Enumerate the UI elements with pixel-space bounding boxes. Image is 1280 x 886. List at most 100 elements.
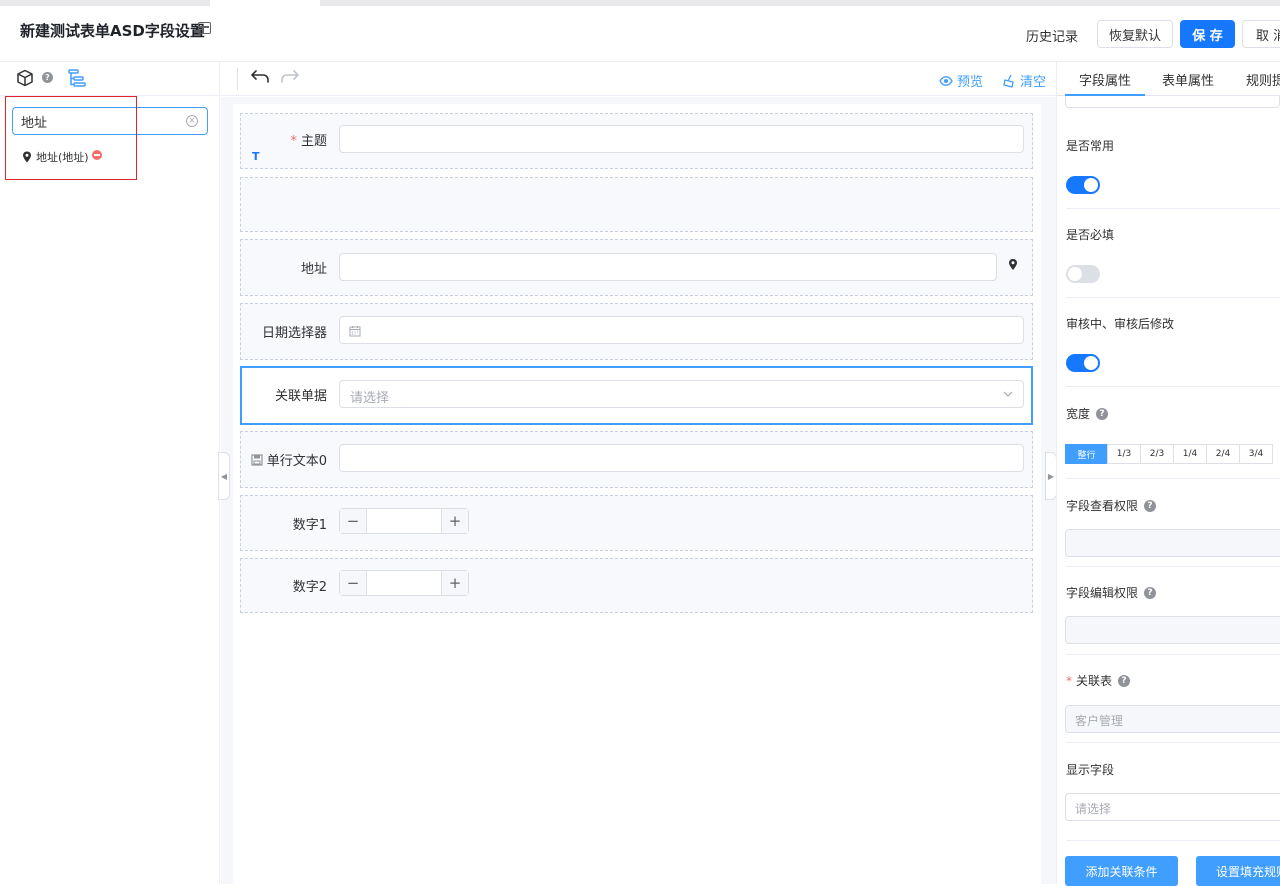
chevron-down-icon	[1003, 391, 1013, 397]
relation-select-placeholder: 请选择	[350, 391, 390, 406]
highlight-box	[5, 96, 137, 180]
modify-label: 审核中、审核后修改	[1066, 317, 1175, 331]
scrolled-input-edge	[1065, 96, 1280, 108]
display-field-placeholder: 请选择	[1075, 802, 1112, 816]
help-icon[interactable]: ?	[1096, 407, 1109, 420]
width-option-1-4[interactable]: 1/4	[1173, 444, 1207, 464]
help-icon[interactable]: ?	[1144, 499, 1157, 512]
field-row-date[interactable]: 日期选择器	[240, 303, 1033, 360]
width-option-2-3[interactable]: 2/3	[1140, 444, 1174, 464]
preview-button[interactable]: 预览	[939, 71, 983, 90]
cube-icon[interactable]	[16, 69, 34, 87]
edit-permission-label: 字段编辑权限?	[1066, 584, 1157, 601]
edit-permission-select[interactable]	[1065, 616, 1280, 644]
cancel-button[interactable]: 取 消	[1242, 20, 1280, 48]
view-permission-label: 字段查看权限?	[1066, 497, 1157, 514]
single-line-text-input[interactable]	[339, 444, 1024, 472]
tree-outline-icon[interactable]	[67, 68, 87, 88]
subject-input[interactable]	[339, 125, 1024, 153]
number1-value[interactable]	[367, 509, 441, 533]
eye-icon	[939, 75, 953, 86]
clear-canvas-button[interactable]: 清空	[1002, 71, 1046, 90]
field-row-address[interactable]: 地址	[240, 239, 1033, 296]
field-label-address: 地址	[300, 262, 327, 277]
width-radio-group: 整行 1/3 2/3 1/4 2/4 3/4	[1065, 444, 1273, 464]
required-label: 是否必填	[1066, 228, 1115, 242]
field-label-relation: 关联单据	[274, 389, 327, 404]
width-option-3-4[interactable]: 3/4	[1239, 444, 1273, 464]
search-result-item[interactable]: 地址(地址)	[22, 149, 89, 165]
field-row-text[interactable]: 单行文本0	[240, 431, 1033, 488]
remove-field-icon[interactable]	[92, 150, 102, 160]
address-input[interactable]	[339, 253, 997, 281]
common-label: 是否常用	[1066, 139, 1115, 153]
display-field-select[interactable]: 请选择	[1065, 793, 1280, 821]
decrease-button[interactable]: −	[340, 509, 367, 533]
width-label: 宽度?	[1066, 405, 1109, 422]
number1-stepper[interactable]: − +	[339, 508, 469, 534]
width-option-2-4[interactable]: 2/4	[1206, 444, 1240, 464]
number2-stepper[interactable]: − +	[339, 570, 469, 596]
calendar-icon	[349, 326, 361, 337]
add-relation-condition-button[interactable]: 添加关联条件	[1065, 856, 1178, 886]
divider	[1066, 478, 1280, 479]
broom-icon	[1003, 74, 1014, 88]
divider	[1066, 840, 1280, 841]
layout-icon[interactable]	[198, 22, 211, 34]
text-type-badge: T	[252, 150, 260, 163]
width-option-1-3[interactable]: 1/3	[1107, 444, 1141, 464]
clear-label: 清空	[1020, 75, 1047, 90]
date-picker-input[interactable]	[339, 316, 1024, 344]
location-pin-icon	[23, 151, 31, 163]
undo-icon[interactable]	[250, 69, 270, 85]
field-row-empty[interactable]	[240, 177, 1033, 232]
number2-value[interactable]	[367, 571, 441, 595]
field-label-text: 单行文本0	[251, 450, 327, 469]
field-row-relation[interactable]: 关联单据 请选择	[240, 366, 1033, 425]
required-switch[interactable]	[1066, 265, 1100, 283]
tab-form-properties[interactable]: 表单属性	[1162, 70, 1214, 89]
modify-switch[interactable]	[1066, 354, 1100, 372]
divider	[1066, 566, 1280, 567]
display-field-label: 显示字段	[1066, 763, 1115, 777]
property-tabs: 字段属性 表单属性 规则提	[1057, 62, 1280, 96]
collapse-left-handle[interactable]: ◀	[218, 452, 230, 500]
tab-rules[interactable]: 规则提	[1246, 70, 1280, 89]
field-label-number2: 数字2	[292, 580, 327, 595]
redo-icon[interactable]	[280, 69, 300, 85]
field-row-number2[interactable]: 数字2 − +	[240, 558, 1033, 613]
field-row-subject[interactable]: * 主题 T	[240, 113, 1033, 169]
divider	[1066, 386, 1280, 387]
clear-search-icon[interactable]: ✕	[186, 115, 198, 127]
preview-label: 预览	[957, 75, 984, 90]
relation-select[interactable]: 请选择	[339, 380, 1024, 408]
help-icon[interactable]: ?	[1118, 674, 1131, 687]
divider	[1066, 297, 1280, 298]
increase-button[interactable]: +	[441, 571, 468, 595]
field-label-date: 日期选择器	[261, 326, 327, 341]
save-field-icon	[251, 453, 263, 466]
field-label-number1: 数字1	[292, 518, 327, 533]
field-label-subject: * 主题	[290, 134, 327, 149]
location-pin-icon[interactable]	[1008, 258, 1018, 271]
decrease-button[interactable]: −	[340, 571, 367, 595]
view-permission-select[interactable]	[1065, 529, 1280, 557]
history-link[interactable]: 历史记录	[1026, 26, 1078, 45]
save-button[interactable]: 保 存	[1180, 20, 1235, 48]
width-option-full[interactable]: 整行	[1065, 444, 1108, 464]
help-icon[interactable]: ?	[42, 72, 53, 83]
restore-default-button[interactable]: 恢复默认	[1097, 20, 1173, 48]
divider	[1066, 208, 1280, 209]
canvas-toolbar	[220, 62, 1056, 96]
common-switch[interactable]	[1066, 176, 1100, 194]
tab-field-properties[interactable]: 字段属性	[1079, 70, 1131, 89]
field-row-number1[interactable]: 数字1 − +	[240, 495, 1033, 551]
relation-table-select[interactable]: 客户管理	[1065, 705, 1280, 733]
increase-button[interactable]: +	[441, 509, 468, 533]
relation-table-label: * 关联表?	[1066, 672, 1131, 689]
component-panel	[0, 62, 220, 884]
divider	[1066, 742, 1280, 743]
relation-table-value: 客户管理	[1075, 714, 1124, 728]
set-fill-rule-button[interactable]: 设置填充规则	[1196, 856, 1280, 886]
help-icon[interactable]: ?	[1144, 586, 1157, 599]
